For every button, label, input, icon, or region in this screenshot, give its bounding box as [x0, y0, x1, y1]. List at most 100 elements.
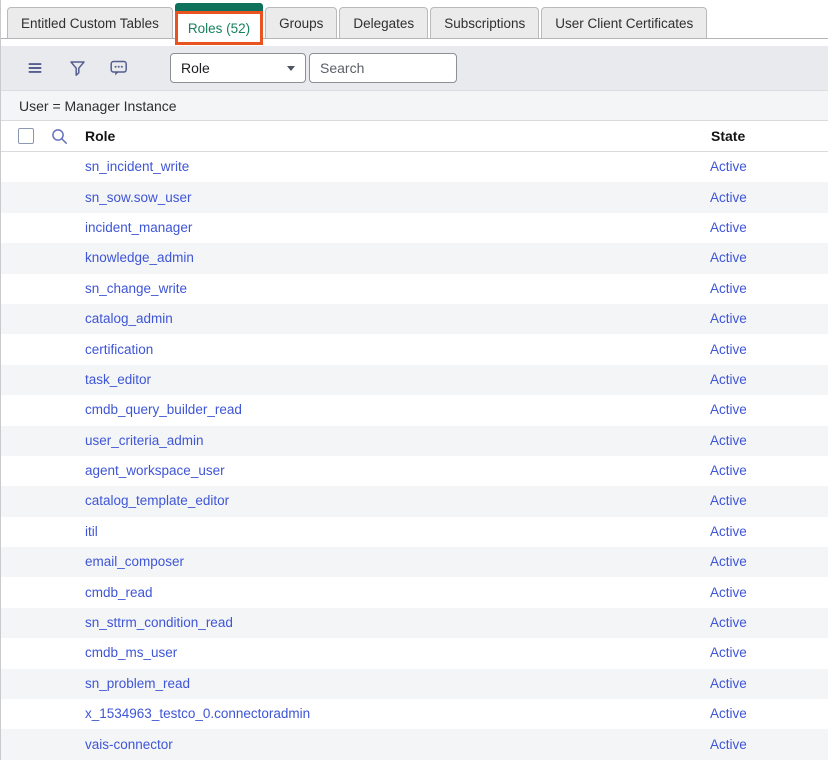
- role-link[interactable]: user_criteria_admin: [85, 433, 204, 448]
- role-link[interactable]: cmdb_query_builder_read: [85, 402, 242, 417]
- role-cell: sn_sttrm_condition_read: [1, 614, 710, 632]
- tab-label: Roles (52): [188, 21, 250, 36]
- highlight-annotation-box: Roles (52): [175, 11, 263, 45]
- role-cell: x_1534963_testco_0.connectoradmin: [1, 705, 710, 723]
- tab-label: Delegates: [353, 16, 414, 31]
- state-link[interactable]: Active: [710, 615, 747, 630]
- tabbar-content-gap: [1, 39, 828, 46]
- table-row: email_composer Active: [1, 547, 828, 577]
- state-cell: Active: [710, 584, 828, 602]
- list-menu-button[interactable]: [26, 59, 44, 77]
- filter-button[interactable]: [68, 59, 86, 77]
- role-link[interactable]: sn_incident_write: [85, 159, 189, 174]
- state-link[interactable]: Active: [710, 493, 747, 508]
- role-link[interactable]: knowledge_admin: [85, 250, 194, 265]
- state-link[interactable]: Active: [710, 281, 747, 296]
- menu-icon: [27, 60, 43, 76]
- role-link[interactable]: sn_change_write: [85, 281, 187, 296]
- state-cell: Active: [710, 219, 828, 237]
- table-row: agent_workspace_user Active: [1, 456, 828, 486]
- state-link[interactable]: Active: [710, 463, 747, 478]
- tab-delegates[interactable]: Delegates: [339, 7, 428, 38]
- role-link[interactable]: x_1534963_testco_0.connectoradmin: [85, 706, 310, 721]
- state-link[interactable]: Active: [710, 706, 747, 721]
- state-link[interactable]: Active: [710, 433, 747, 448]
- chat-icon: [110, 60, 128, 77]
- role-link[interactable]: itil: [85, 524, 98, 539]
- role-link[interactable]: cmdb_read: [85, 585, 153, 600]
- role-link[interactable]: sn_sttrm_condition_read: [85, 615, 233, 630]
- state-link[interactable]: Active: [710, 220, 747, 235]
- state-cell: Active: [710, 432, 828, 450]
- role-cell: task_editor: [1, 371, 710, 389]
- state-link[interactable]: Active: [710, 342, 747, 357]
- role-link[interactable]: certification: [85, 342, 153, 357]
- list-header-row: Role State: [1, 121, 828, 152]
- table-row: catalog_admin Active: [1, 304, 828, 334]
- state-link[interactable]: Active: [710, 159, 747, 174]
- state-cell: Active: [710, 523, 828, 541]
- table-row: knowledge_admin Active: [1, 243, 828, 273]
- table-row: vais-connector Active: [1, 729, 828, 759]
- column-search-toggle[interactable]: [51, 128, 68, 150]
- state-cell: Active: [710, 310, 828, 328]
- role-link[interactable]: catalog_template_editor: [85, 493, 229, 508]
- state-link[interactable]: Active: [710, 190, 747, 205]
- table-row: user_criteria_admin Active: [1, 426, 828, 456]
- state-cell: Active: [710, 492, 828, 510]
- role-link[interactable]: agent_workspace_user: [85, 463, 225, 478]
- table-row: task_editor Active: [1, 365, 828, 395]
- role-link[interactable]: incident_manager: [85, 220, 192, 235]
- state-link[interactable]: Active: [710, 676, 747, 691]
- table-row: cmdb_ms_user Active: [1, 638, 828, 668]
- select-all-checkbox[interactable]: [18, 128, 34, 144]
- state-link[interactable]: Active: [710, 250, 747, 265]
- state-link[interactable]: Active: [710, 585, 747, 600]
- state-cell: Active: [710, 280, 828, 298]
- role-cell: catalog_admin: [1, 310, 710, 328]
- related-lists-panel: Entitled Custom Tables Roles (52) Groups…: [0, 0, 828, 760]
- role-link[interactable]: vais-connector: [85, 737, 173, 752]
- role-link[interactable]: catalog_admin: [85, 311, 173, 326]
- state-cell: Active: [710, 341, 828, 359]
- breadcrumb-condition[interactable]: User = Manager Instance: [19, 98, 177, 114]
- role-link[interactable]: sn_sow.sow_user: [85, 190, 192, 205]
- chat-button[interactable]: [110, 59, 128, 77]
- tab-user-client-certificates[interactable]: User Client Certificates: [541, 7, 707, 38]
- state-cell: Active: [710, 371, 828, 389]
- state-link[interactable]: Active: [710, 737, 747, 752]
- role-link[interactable]: sn_problem_read: [85, 676, 190, 691]
- state-link[interactable]: Active: [710, 645, 747, 660]
- tab-roles[interactable]: Roles (52): [175, 3, 263, 45]
- search-input[interactable]: [309, 53, 457, 83]
- table-row: incident_manager Active: [1, 213, 828, 243]
- state-link[interactable]: Active: [710, 554, 747, 569]
- role-link[interactable]: cmdb_ms_user: [85, 645, 177, 660]
- table-row: itil Active: [1, 517, 828, 547]
- role-link[interactable]: task_editor: [85, 372, 151, 387]
- tab-entitled-custom-tables[interactable]: Entitled Custom Tables: [7, 7, 173, 38]
- role-cell: vais-connector: [1, 736, 710, 754]
- state-cell: Active: [710, 614, 828, 632]
- role-cell: itil: [1, 523, 710, 541]
- state-cell: Active: [710, 401, 828, 419]
- state-link[interactable]: Active: [710, 524, 747, 539]
- tab-subscriptions[interactable]: Subscriptions: [430, 7, 539, 38]
- state-link[interactable]: Active: [710, 311, 747, 326]
- role-cell: cmdb_read: [1, 584, 710, 602]
- tab-groups[interactable]: Groups: [265, 7, 337, 38]
- table-row: sn_sttrm_condition_read Active: [1, 608, 828, 638]
- state-link[interactable]: Active: [710, 402, 747, 417]
- column-header-role[interactable]: Role: [85, 128, 115, 144]
- state-link[interactable]: Active: [710, 372, 747, 387]
- column-header-state[interactable]: State: [711, 128, 745, 144]
- search-column-select[interactable]: Role: [170, 53, 306, 83]
- table-row: catalog_template_editor Active: [1, 486, 828, 516]
- role-link[interactable]: email_composer: [85, 554, 184, 569]
- role-cell: knowledge_admin: [1, 249, 710, 267]
- table-row: cmdb_read Active: [1, 577, 828, 607]
- role-cell: sn_problem_read: [1, 675, 710, 693]
- role-cell: user_criteria_admin: [1, 432, 710, 450]
- role-cell: sn_change_write: [1, 280, 710, 298]
- state-cell: Active: [710, 189, 828, 207]
